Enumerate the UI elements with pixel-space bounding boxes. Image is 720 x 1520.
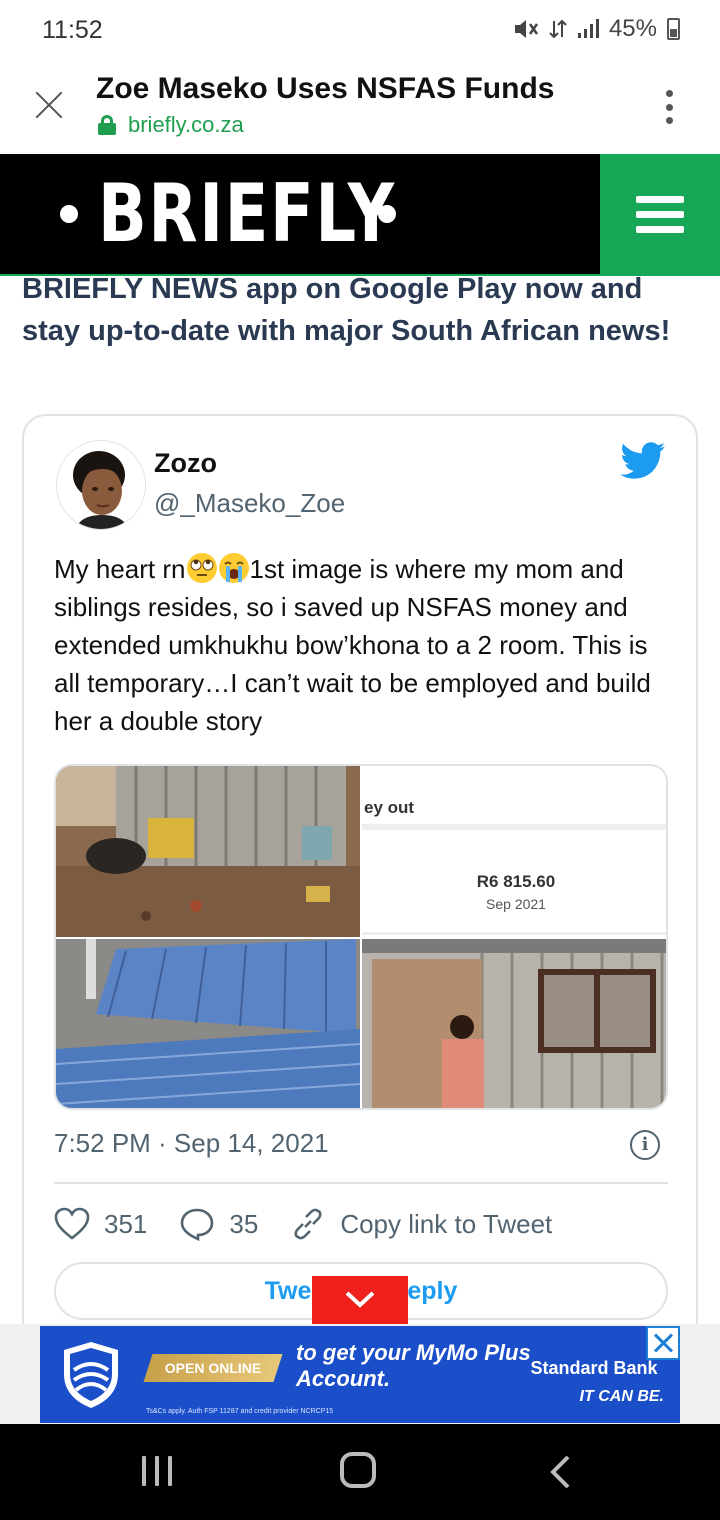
system-nav-bar [0, 1424, 720, 1520]
status-icons: 45% [513, 15, 680, 43]
media-photo-2[interactable] [56, 939, 360, 1108]
battery-icon [667, 18, 680, 40]
standard-bank-ad[interactable]: OPEN ONLINE to get your MyMo Plus Accoun… [40, 1326, 680, 1423]
standard-bank-shield-icon [64, 1342, 118, 1408]
ad-headline: to get your MyMo Plus Account. [296, 1340, 531, 1391]
url-row: briefly.co.za [98, 112, 244, 138]
embedded-tweet[interactable]: Zozo @_Maseko_Zoe My heart rn 1st image i… [22, 414, 698, 1344]
page-url: briefly.co.za [128, 112, 244, 137]
logo-text: BRIEFLY [98, 167, 396, 260]
crying-emoji [218, 553, 249, 583]
reply-label-left: Twe [264, 1277, 312, 1305]
tweet-author-name[interactable]: Zozo [154, 448, 217, 479]
tweet-timestamp[interactable]: 7:52 PM · Sep 14, 2021 [54, 1128, 329, 1159]
open-online-label: OPEN ONLINE [164, 1360, 262, 1376]
reply-bubble-icon [181, 1208, 214, 1241]
reply-label-right: eply [407, 1277, 458, 1305]
browser-tab-header: Zoe Maseko Uses NSFAS Funds briefly.co.z… [0, 60, 720, 154]
back-icon[interactable] [548, 1454, 572, 1490]
page-title: Zoe Maseko Uses NSFAS Funds [96, 72, 555, 105]
media-photo-3[interactable] [362, 939, 666, 1108]
info-icon[interactable]: i [630, 1130, 660, 1160]
ad-close-icon[interactable] [646, 1326, 680, 1360]
media-payment-screenshot[interactable]: ey out R6 815.60 Sep 2021 [362, 766, 666, 937]
battery-percent: 45% [608, 15, 657, 42]
tweet-actions: 351 35 Copy link to Tweet [54, 1204, 584, 1244]
close-icon[interactable] [34, 90, 64, 120]
reply-count-button[interactable]: 35 [179, 1207, 258, 1241]
briefly-logo[interactable]: BRIEFLY [60, 168, 396, 260]
reply-count: 35 [229, 1208, 259, 1239]
hamburger-menu-button[interactable] [600, 154, 720, 276]
media-photo-1[interactable] [56, 766, 360, 937]
lock-icon [98, 115, 116, 135]
signal-icon [577, 19, 599, 38]
home-icon[interactable] [340, 1452, 376, 1488]
ad-brand-name: Standard Bank [530, 1358, 658, 1378]
site-header: BRIEFLY [0, 154, 720, 276]
collapse-ad-button[interactable] [312, 1276, 408, 1324]
open-online-badge[interactable]: OPEN ONLINE [143, 1354, 283, 1382]
status-time: 11:52 [42, 16, 103, 44]
more-options-icon[interactable] [666, 90, 674, 124]
avatar[interactable] [56, 440, 146, 530]
status-bar: 11:52 45% [0, 0, 720, 60]
like-count: 351 [104, 1208, 148, 1239]
data-arrows-icon [549, 19, 567, 39]
recents-icon[interactable] [142, 1456, 172, 1486]
ad-fine-print: Ts&Cs apply. Auth FSP 11287 and credit p… [146, 1408, 334, 1415]
mute-icon [514, 20, 538, 38]
tweet-text-start: My heart rn [54, 554, 186, 584]
twitter-bird-icon[interactable] [620, 442, 666, 480]
screenshot-title: ey out [364, 798, 415, 817]
tweet-text: My heart rn 1st image is where my mom and… [54, 550, 674, 740]
copy-link-label: Copy link to Tweet [340, 1208, 553, 1239]
tweet-divider [54, 1182, 668, 1184]
screenshot-amount: R6 815.60 [476, 872, 556, 891]
like-button[interactable]: 351 [54, 1207, 147, 1241]
heart-icon [54, 1207, 90, 1240]
tweet-media-grid[interactable]: ey out R6 815.60 Sep 2021 [54, 764, 668, 1110]
chevron-down-icon [345, 1291, 375, 1308]
screenshot-date: Sep 2021 [486, 896, 546, 912]
logo-dot-left [60, 205, 78, 223]
tweet-author-handle[interactable]: @_Maseko_Zoe [154, 488, 345, 519]
app-promo-text: BRIEFLY NEWS app on Google Play now and … [22, 273, 671, 347]
link-icon [294, 1208, 322, 1240]
copy-link-button[interactable]: Copy link to Tweet [290, 1206, 552, 1242]
rolling-eyes-emoji [186, 553, 217, 583]
ad-container: OPEN ONLINE to get your MyMo Plus Accoun… [0, 1324, 720, 1424]
ad-tagline: IT CAN BE. [579, 1388, 664, 1405]
